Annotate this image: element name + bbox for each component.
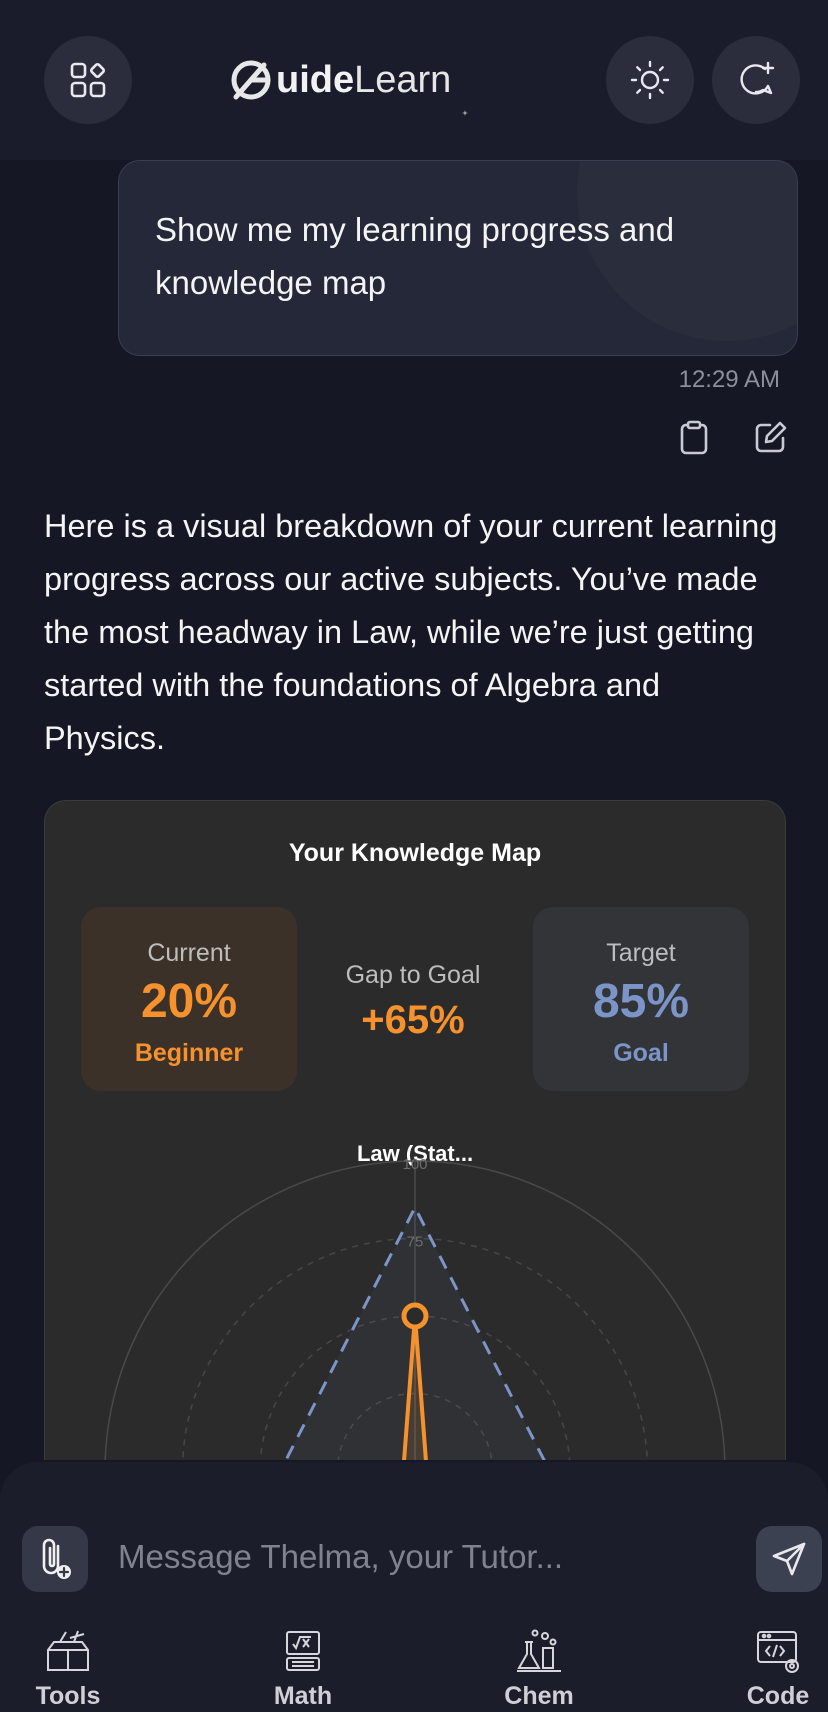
nav-tools-label: Tools [35,1682,101,1710]
apps-menu-button[interactable] [44,36,132,124]
edit-icon [755,421,787,453]
nav-code[interactable]: Code [718,1622,828,1711]
logo-light-text: Learn [354,58,452,101]
sun-icon [630,60,670,100]
composer-panel: Tools Math Chem [0,1462,828,1712]
ai-response-text: Here is a visual breakdown of your curre… [44,508,778,756]
new-chat-button[interactable] [712,36,800,124]
current-series-point [401,1302,429,1330]
app-logo: uide Learn [228,52,451,108]
logo-bold-text: uide [276,58,355,101]
toolbox-icon [47,1630,89,1671]
edit-message-button[interactable] [754,420,788,459]
app-header: uide Learn [0,0,828,160]
radar-tick-label: 100 [402,1156,427,1173]
nav-chem-label: Chem [504,1682,574,1710]
theme-toggle-button[interactable] [606,36,694,124]
code-settings-icon [757,1631,799,1673]
lab-flask-icon [517,1629,561,1672]
user-message-text: Show me my learning progress and knowled… [155,211,675,301]
nav-math-label: Math [273,1682,333,1710]
apps-grid-icon [70,62,106,98]
send-button[interactable] [756,1526,822,1592]
sparkle-icon [462,110,468,116]
calculator-icon [286,1631,320,1671]
radar-chart: 1007550 [104,1156,726,1460]
paperclip-add-icon [42,1538,71,1579]
nav-code-label: Code [746,1682,810,1710]
attach-button[interactable] [22,1526,88,1592]
copy-message-button[interactable] [678,420,710,461]
message-input[interactable] [118,1524,678,1590]
new-chat-icon [740,61,775,95]
clipboard-icon [680,420,708,455]
nav-tools[interactable]: Tools [8,1622,128,1711]
user-message-bubble: Show me my learning progress and knowled… [118,160,798,356]
nav-math[interactable]: Math [243,1622,363,1711]
knowledge-map-card: Your Knowledge Map Current 20% Beginner … [44,800,786,1460]
logo-mark-icon [231,60,271,100]
nav-chem[interactable]: Chem [479,1622,599,1711]
radar-tick-label: 75 [407,1234,424,1251]
send-icon [772,1542,806,1576]
message-timestamp: 12:29 AM [678,366,780,393]
